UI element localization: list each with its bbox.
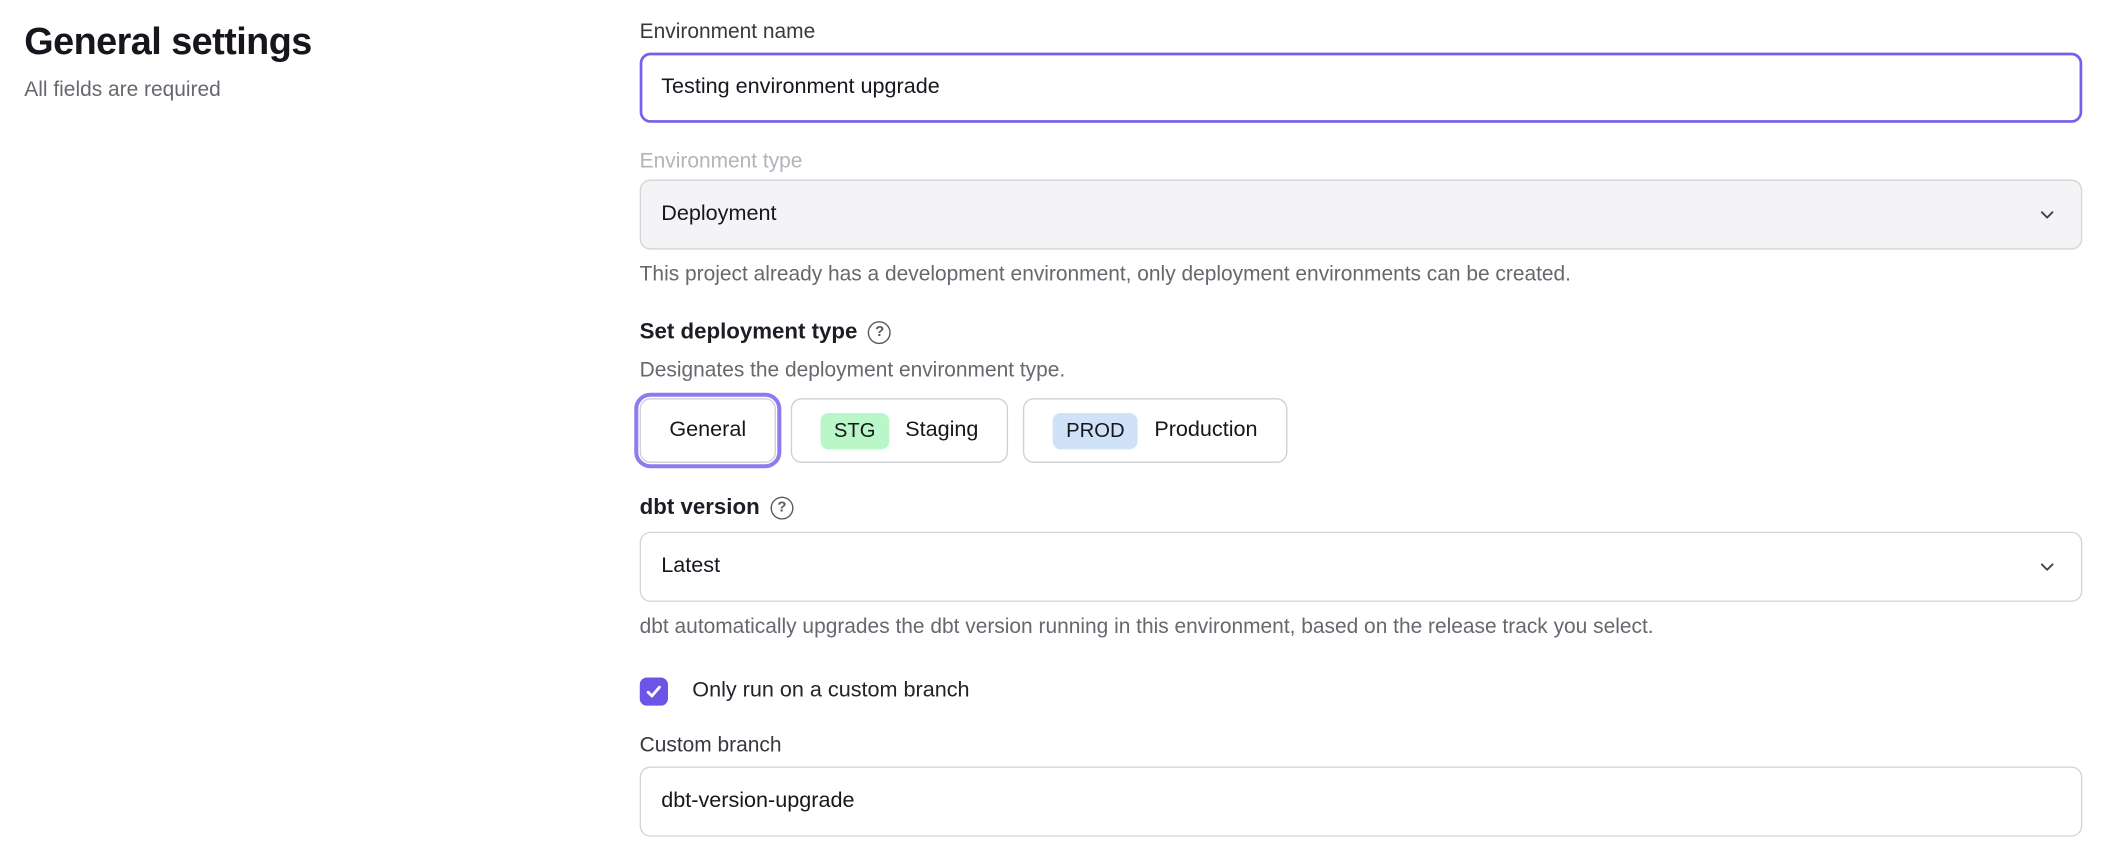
deployment-type-helper: Designates the deployment environment ty… (640, 358, 2083, 384)
deployment-type-production-button[interactable]: PROD Production (1023, 398, 1287, 463)
environment-type-helper: This project already has a development e… (640, 262, 2083, 288)
dbt-version-helper: dbt automatically upgrades the dbt versi… (640, 614, 2083, 640)
intro-column: General settings All fields are required (24, 19, 591, 104)
staging-badge: STG (820, 412, 889, 448)
production-badge: PROD (1053, 412, 1138, 448)
settings-form: Environment name Environment type Deploy… (640, 19, 2083, 837)
custom-branch-checkbox-label: Only run on a custom branch (692, 679, 969, 703)
environment-name-input[interactable] (640, 53, 2083, 123)
custom-branch-input[interactable] (640, 767, 2083, 837)
custom-branch-label: Custom branch (640, 733, 2083, 759)
custom-branch-checkbox-row: Only run on a custom branch (640, 676, 2083, 706)
general-settings-page: General settings All fields are required… (0, 0, 2116, 864)
page-subtitle: All fields are required (24, 76, 591, 103)
dbt-version-title: dbt version (640, 494, 760, 521)
checkmark-icon (645, 682, 663, 700)
deployment-type-header: Set deployment type ? (640, 318, 2083, 345)
page-title: General settings (24, 19, 591, 64)
dbt-version-select[interactable]: Latest (640, 532, 2083, 602)
staging-button-label: Staging (905, 418, 978, 442)
general-button-label: General (669, 418, 746, 442)
dbt-version-header: dbt version ? (640, 494, 2083, 521)
chevron-down-icon (2038, 557, 2057, 576)
custom-branch-checkbox[interactable] (640, 677, 668, 705)
chevron-down-icon (2038, 205, 2057, 224)
deployment-type-options: General STG Staging PROD Production (640, 398, 2083, 463)
environment-type-value: Deployment (661, 202, 776, 226)
environment-type-select[interactable]: Deployment (640, 179, 2083, 249)
dbt-version-value: Latest (661, 555, 720, 579)
deployment-type-staging-button[interactable]: STG Staging (791, 398, 1008, 463)
production-button-label: Production (1154, 418, 1257, 442)
deployment-type-general-button[interactable]: General (640, 398, 776, 463)
deployment-type-title: Set deployment type (640, 318, 858, 345)
help-icon[interactable]: ? (770, 496, 793, 519)
environment-name-label: Environment name (640, 19, 2083, 45)
help-icon[interactable]: ? (868, 321, 891, 344)
environment-type-label: Environment type (640, 148, 2083, 174)
